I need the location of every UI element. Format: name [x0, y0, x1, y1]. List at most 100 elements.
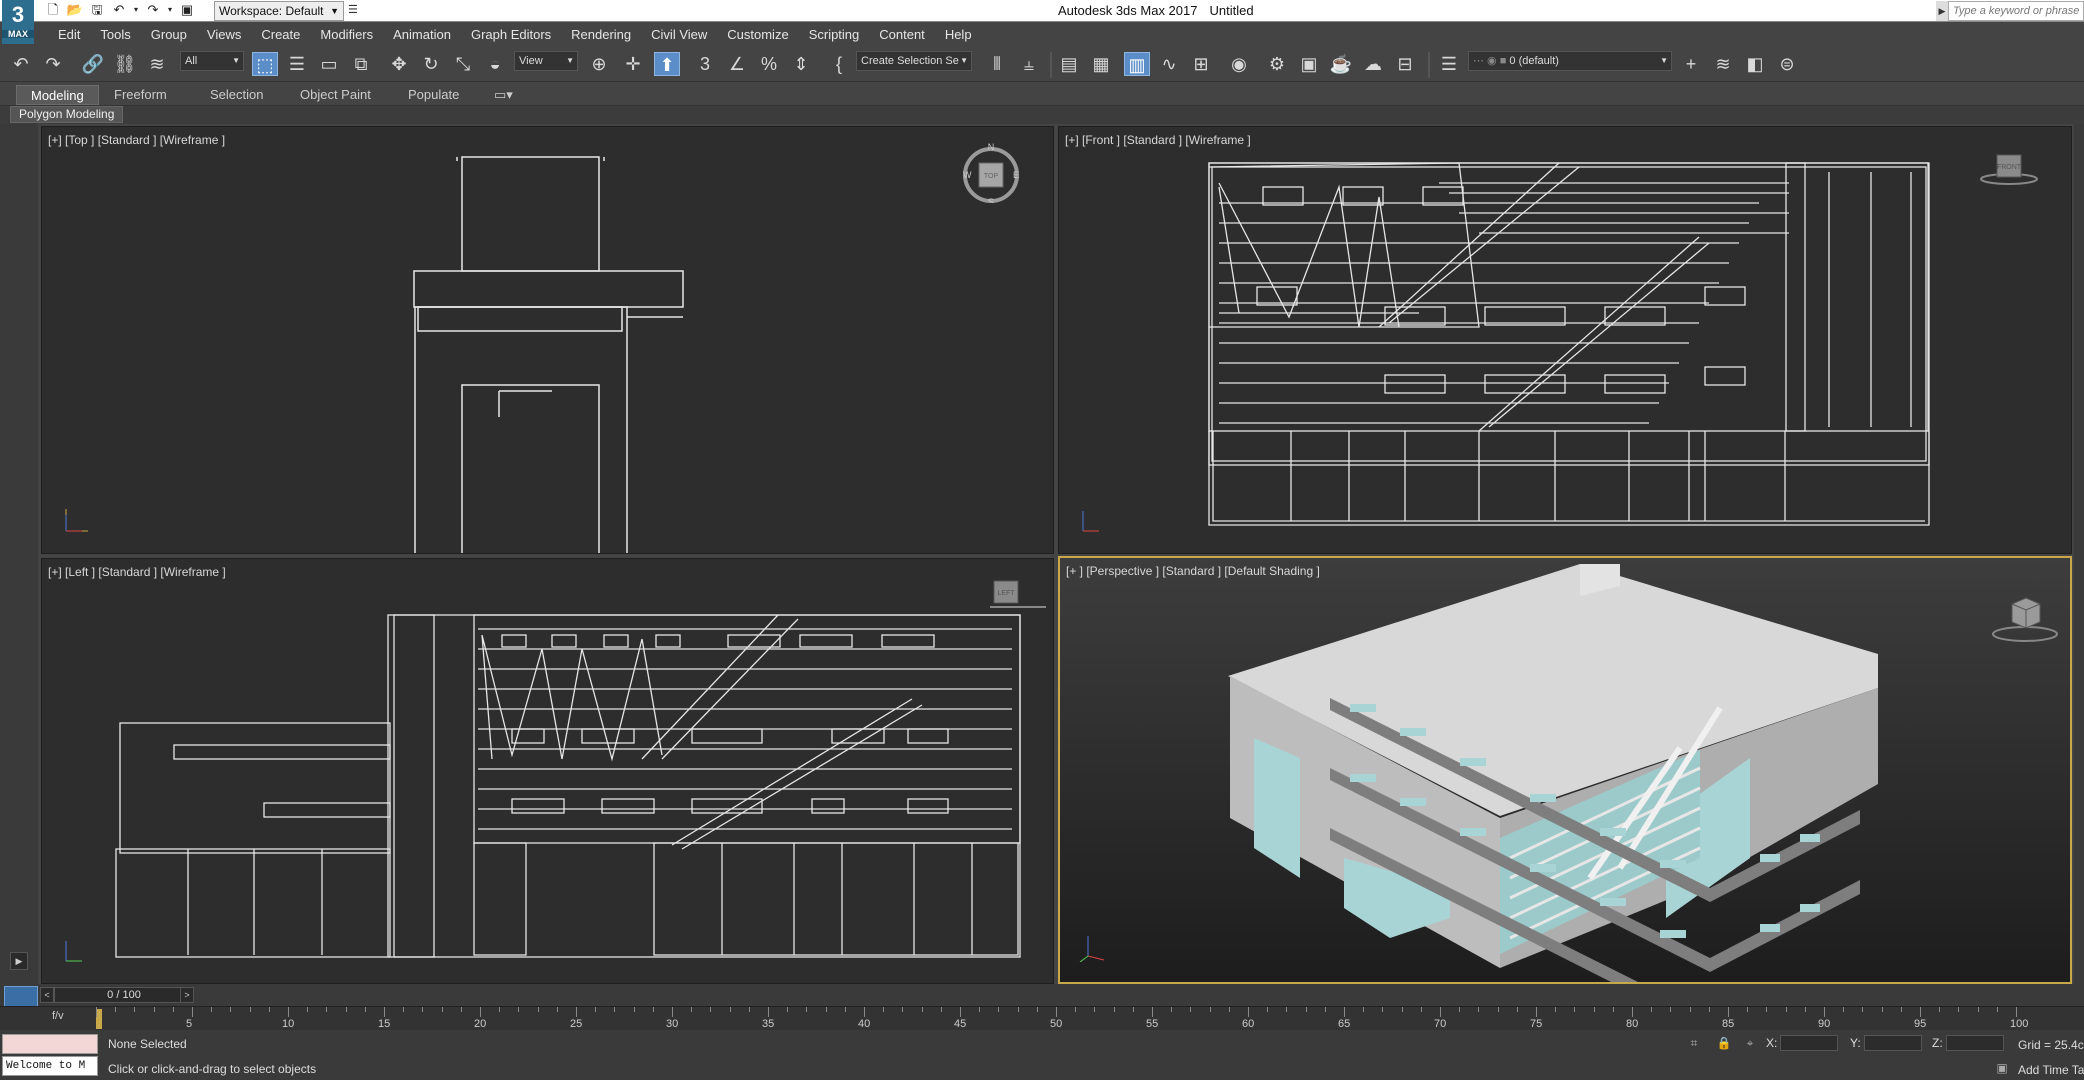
time-tag-icon[interactable]: ▣: [1994, 1060, 2010, 1076]
select-manipulate-icon[interactable]: ✛: [620, 52, 646, 76]
x-coordinate-field[interactable]: [1780, 1035, 1838, 1051]
expand-panel-button[interactable]: ▶: [10, 952, 28, 970]
menu-help[interactable]: Help: [935, 27, 982, 42]
ribbon-tab-object-paint[interactable]: Object Paint: [286, 85, 385, 105]
set-current-layer-icon[interactable]: ⊜: [1774, 52, 1800, 76]
mirror-icon[interactable]: ⫴: [984, 52, 1010, 76]
y-coordinate-field[interactable]: [1864, 1035, 1922, 1051]
keyword-search-input[interactable]: Type a keyword or phrase: [1948, 1, 2084, 21]
filter-key-icon[interactable]: f/v: [52, 1010, 64, 1022]
move-icon[interactable]: ✥: [386, 52, 412, 76]
menu-modifiers[interactable]: Modifiers: [310, 27, 383, 42]
workspace-dropdown[interactable]: Workspace: Default ▼: [214, 1, 344, 21]
angle-snap-icon[interactable]: ∠: [724, 52, 750, 76]
snap-toggle-icon[interactable]: 3: [692, 52, 718, 76]
place-icon[interactable]: ◒: [482, 52, 508, 76]
viewport-left[interactable]: [+] [Left ] [Standard ] [Wireframe ] LEF…: [41, 558, 1054, 984]
toggle-scene-explorer-icon[interactable]: ▤: [1056, 52, 1082, 76]
ribbon-tab-selection[interactable]: Selection: [196, 85, 277, 105]
menu-tools[interactable]: Tools: [90, 27, 140, 42]
layer-stack-icon[interactable]: ≋: [1710, 52, 1736, 76]
isolate-selection-icon[interactable]: ⌗: [1686, 1035, 1702, 1051]
add-selection-to-layer-icon[interactable]: ◧: [1742, 52, 1768, 76]
material-editor-icon[interactable]: ◉: [1226, 52, 1252, 76]
menu-rendering[interactable]: Rendering: [561, 27, 641, 42]
menu-civil-view[interactable]: Civil View: [641, 27, 717, 42]
menu-customize[interactable]: Customize: [717, 27, 798, 42]
menu-views[interactable]: Views: [197, 27, 251, 42]
viewcube[interactable]: FRONT: [1979, 149, 2039, 209]
render-cloud-icon[interactable]: ☁: [1360, 52, 1386, 76]
scale-icon[interactable]: ⤡: [450, 52, 476, 76]
redo-icon[interactable]: ↷: [40, 52, 66, 76]
create-layer-icon[interactable]: +: [1678, 52, 1704, 76]
edit-named-selection-icon[interactable]: {: [826, 52, 852, 76]
render-setup-icon[interactable]: ⚙: [1264, 52, 1290, 76]
redo-dropdown-icon[interactable]: ▾: [166, 2, 174, 18]
select-object-icon[interactable]: ⬚: [252, 52, 278, 76]
maxscript-mini-listener[interactable]: Welcome to M: [2, 1056, 98, 1076]
project-folder-icon[interactable]: ▣: [178, 2, 196, 18]
window-crossing-icon[interactable]: ⧉: [348, 52, 374, 76]
align-icon[interactable]: ⫨: [1016, 52, 1042, 76]
viewcube-compass[interactable]: TOP N S W E: [961, 142, 1021, 207]
viewport-top[interactable]: [+] [Top ] [Standard ] [Wireframe ] TOP …: [41, 126, 1054, 554]
selection-lock-icon[interactable]: 🔒: [1716, 1035, 1732, 1051]
ribbon-tab-modeling[interactable]: Modeling: [16, 85, 99, 105]
maxscript-listener-input[interactable]: [2, 1034, 98, 1054]
menu-group[interactable]: Group: [141, 27, 197, 42]
menu-edit[interactable]: Edit: [48, 27, 90, 42]
manage-layers-icon[interactable]: ☰: [1436, 52, 1462, 76]
menu-create[interactable]: Create: [251, 27, 310, 42]
z-coordinate-field[interactable]: [1946, 1035, 2004, 1051]
add-time-tag-button[interactable]: Add Time Tag: [2018, 1063, 2084, 1077]
new-file-icon[interactable]: 🗋: [44, 2, 62, 18]
next-frame-button[interactable]: >: [180, 987, 194, 1003]
spinner-snap-icon[interactable]: ⇕: [788, 52, 814, 76]
viewcube[interactable]: LEFT: [980, 573, 1046, 633]
undo-icon[interactable]: ↶: [110, 2, 128, 18]
track-bar[interactable]: f/v 5 10 15 20 25 30 35 40 45 50 55 60 65 70 75 80 85 90 9…: [0, 1006, 2084, 1030]
viewcube-3d[interactable]: [1990, 588, 2058, 648]
rotate-icon[interactable]: ↻: [418, 52, 444, 76]
viewport-label[interactable]: [+ ] [Perspective ] [Standard ] [Default…: [1066, 564, 1320, 578]
menu-scripting[interactable]: Scripting: [799, 27, 870, 42]
layer-dropdown[interactable]: ⋯ ◉ ■ 0 (default) ▼: [1468, 51, 1672, 71]
viewport-perspective[interactable]: [+ ] [Perspective ] [Standard ] [Default…: [1058, 556, 2072, 984]
viewport-front[interactable]: [+] [Front ] [Standard ] [Wireframe ] FR…: [1058, 126, 2072, 554]
a360-gallery-icon[interactable]: ⊟: [1392, 52, 1418, 76]
reference-coordinate-dropdown[interactable]: View ▼: [514, 51, 578, 71]
schematic-view-icon[interactable]: ⊞: [1188, 52, 1214, 76]
undo-icon[interactable]: ↶: [8, 52, 34, 76]
selection-filter-dropdown[interactable]: All ▼: [180, 51, 244, 71]
curve-editor-icon[interactable]: ∿: [1156, 52, 1182, 76]
viewport-label[interactable]: [+] [Top ] [Standard ] [Wireframe ]: [48, 133, 225, 147]
ribbon-tab-populate[interactable]: Populate: [394, 85, 473, 105]
menu-animation[interactable]: Animation: [383, 27, 461, 42]
link-icon[interactable]: 🔗: [80, 52, 106, 76]
percent-snap-icon[interactable]: %: [756, 52, 782, 76]
open-file-icon[interactable]: 📂: [66, 2, 84, 18]
app-logo-button[interactable]: 3 MAX: [2, 0, 34, 44]
undo-dropdown-icon[interactable]: ▾: [132, 2, 140, 18]
save-file-icon[interactable]: 🖫: [88, 2, 106, 18]
redo-icon[interactable]: ↷: [144, 2, 162, 18]
time-slider[interactable]: 0 / 100: [54, 987, 194, 1003]
previous-frame-button[interactable]: <: [40, 987, 54, 1003]
absolute-mode-icon[interactable]: ⌖: [1742, 1035, 1758, 1051]
menu-content[interactable]: Content: [869, 27, 935, 42]
render-production-icon[interactable]: ☕: [1328, 52, 1354, 76]
select-by-name-icon[interactable]: ☰: [284, 52, 310, 76]
ribbon-options-icon[interactable]: ▭▾: [480, 85, 527, 105]
ribbon-tab-freeform[interactable]: Freeform: [100, 85, 181, 105]
toggle-layer-explorer-icon[interactable]: ▦: [1088, 52, 1114, 76]
unlink-icon[interactable]: ⛓: [112, 52, 138, 76]
search-expand-icon[interactable]: ▶: [1936, 1, 1948, 21]
bind-space-warp-icon[interactable]: ≋: [144, 52, 170, 76]
rectangular-selection-icon[interactable]: ▭: [316, 52, 342, 76]
viewport-label[interactable]: [+] [Front ] [Standard ] [Wireframe ]: [1065, 133, 1251, 147]
qa-overflow-icon[interactable]: ☰: [348, 3, 358, 16]
viewport-label[interactable]: [+] [Left ] [Standard ] [Wireframe ]: [48, 565, 226, 579]
pivot-center-icon[interactable]: ⊕: [586, 52, 612, 76]
keyboard-shortcut-override-icon[interactable]: ⬆: [654, 52, 680, 76]
